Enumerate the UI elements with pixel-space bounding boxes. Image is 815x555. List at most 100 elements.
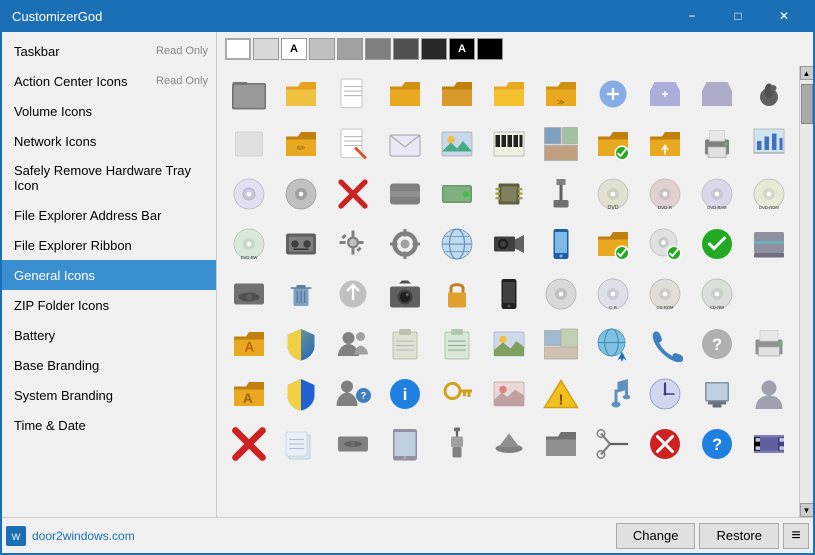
icon-cell[interactable] [537, 270, 585, 318]
swatch-white-a[interactable]: A [281, 38, 307, 60]
sidebar-item-base-branding[interactable]: Base Branding [2, 350, 216, 380]
icon-cell[interactable]: ✏ [277, 120, 325, 168]
swatch-white[interactable] [225, 38, 251, 60]
icon-cell[interactable] [693, 220, 741, 268]
icon-cell[interactable] [329, 220, 377, 268]
icon-cell[interactable] [485, 270, 533, 318]
sidebar-item-volume[interactable]: Volume Icons [2, 96, 216, 126]
icon-cell[interactable] [433, 70, 481, 118]
sidebar-item-zip-folder[interactable]: ZIP Folder Icons [2, 290, 216, 320]
scroll-down-button[interactable]: ▼ [800, 503, 814, 517]
icon-cell[interactable]: A [225, 370, 273, 418]
icon-cell[interactable] [745, 320, 793, 368]
icon-cell[interactable] [381, 270, 429, 318]
icon-cell[interactable] [433, 220, 481, 268]
icon-cell[interactable]: ? [693, 320, 741, 368]
swatch-dark[interactable] [421, 38, 447, 60]
icon-cell[interactable] [225, 170, 273, 218]
restore-button[interactable]: Restore [699, 523, 779, 549]
icon-cell[interactable] [589, 420, 637, 468]
icon-cell[interactable] [589, 320, 637, 368]
swatch-gray4[interactable] [393, 38, 419, 60]
icon-cell[interactable] [433, 320, 481, 368]
icon-cell[interactable]: DVD-RAM [693, 170, 741, 218]
swatch-black[interactable] [477, 38, 503, 60]
swatch-gray3[interactable] [365, 38, 391, 60]
icon-cell[interactable] [277, 170, 325, 218]
minimize-button[interactable]: − [669, 0, 715, 32]
icon-cell[interactable] [485, 120, 533, 168]
icon-cell[interactable] [381, 320, 429, 368]
icon-cell[interactable] [485, 170, 533, 218]
icon-cell[interactable] [277, 370, 325, 418]
swatch-gray2[interactable] [337, 38, 363, 60]
icon-cell[interactable] [277, 220, 325, 268]
icon-cell[interactable] [433, 370, 481, 418]
icon-cell[interactable] [745, 70, 793, 118]
icon-cell[interactable] [381, 70, 429, 118]
icon-cell[interactable] [381, 170, 429, 218]
icon-cell[interactable] [641, 320, 689, 368]
icon-cell[interactable] [433, 420, 481, 468]
icon-cell[interactable] [329, 420, 377, 468]
icon-cell[interactable]: DVD [589, 170, 637, 218]
scrollbar[interactable]: ▲ ▼ [799, 66, 813, 517]
maximize-button[interactable]: □ [715, 0, 761, 32]
icon-cell[interactable] [329, 320, 377, 368]
icon-cell[interactable] [693, 70, 741, 118]
icon-cell[interactable]: CD-RW [693, 270, 741, 318]
icon-cell[interactable] [641, 70, 689, 118]
icon-cell[interactable] [277, 320, 325, 368]
icon-cell[interactable] [537, 120, 585, 168]
sidebar-item-file-explorer-ribbon[interactable]: File Explorer Ribbon [2, 230, 216, 260]
change-button[interactable]: Change [616, 523, 696, 549]
icon-cell[interactable] [225, 270, 273, 318]
icon-cell[interactable] [537, 320, 585, 368]
swatch-light-gray[interactable] [253, 38, 279, 60]
icon-cell[interactable] [745, 220, 793, 268]
scroll-up-button[interactable]: ▲ [800, 66, 814, 80]
icon-cell[interactable] [745, 420, 793, 468]
icon-cell[interactable] [589, 370, 637, 418]
icon-cell[interactable]: DVD-ROM [745, 170, 793, 218]
icon-cell[interactable] [433, 170, 481, 218]
menu-button[interactable]: ≡ [783, 523, 809, 549]
icon-cell[interactable] [329, 70, 377, 118]
icon-cell[interactable] [433, 270, 481, 318]
close-button[interactable]: ✕ [761, 0, 807, 32]
icon-cell[interactable]: i [381, 370, 429, 418]
icon-cell[interactable] [641, 370, 689, 418]
icon-cell[interactable] [589, 120, 637, 168]
icon-cell[interactable] [225, 120, 273, 168]
sidebar-item-time-date[interactable]: Time & Date [2, 410, 216, 440]
icon-cell[interactable]: ? [329, 370, 377, 418]
icon-cell[interactable] [485, 370, 533, 418]
icon-cell[interactable] [329, 120, 377, 168]
sidebar-item-battery[interactable]: Battery [2, 320, 216, 350]
icon-cell[interactable] [381, 420, 429, 468]
icon-cell[interactable] [381, 220, 429, 268]
icon-cell[interactable] [589, 70, 637, 118]
icon-cell[interactable]: ! [537, 370, 585, 418]
icon-cell[interactable] [537, 170, 585, 218]
icon-cell[interactable]: ≫ [537, 70, 585, 118]
icon-cell[interactable] [277, 70, 325, 118]
icon-cell[interactable] [381, 120, 429, 168]
sidebar-item-taskbar[interactable]: Taskbar Read Only [2, 36, 216, 66]
icon-cell[interactable] [693, 120, 741, 168]
icon-cell[interactable] [693, 370, 741, 418]
sidebar-item-general-icons[interactable]: General Icons [2, 260, 216, 290]
icon-cell[interactable] [745, 120, 793, 168]
icon-cell[interactable] [225, 420, 273, 468]
sidebar-item-safely-remove[interactable]: Safely Remove Hardware Tray Icon [2, 156, 216, 200]
icon-cell[interactable] [329, 270, 377, 318]
icon-cell[interactable] [485, 70, 533, 118]
swatch-gray1[interactable] [309, 38, 335, 60]
icon-cell[interactable] [641, 420, 689, 468]
icon-cell[interactable]: C-R [589, 270, 637, 318]
icon-cell[interactable] [329, 170, 377, 218]
icon-cell[interactable] [485, 320, 533, 368]
icon-cell[interactable] [537, 220, 585, 268]
icon-cell[interactable]: ? [693, 420, 741, 468]
icon-cell[interactable] [745, 370, 793, 418]
